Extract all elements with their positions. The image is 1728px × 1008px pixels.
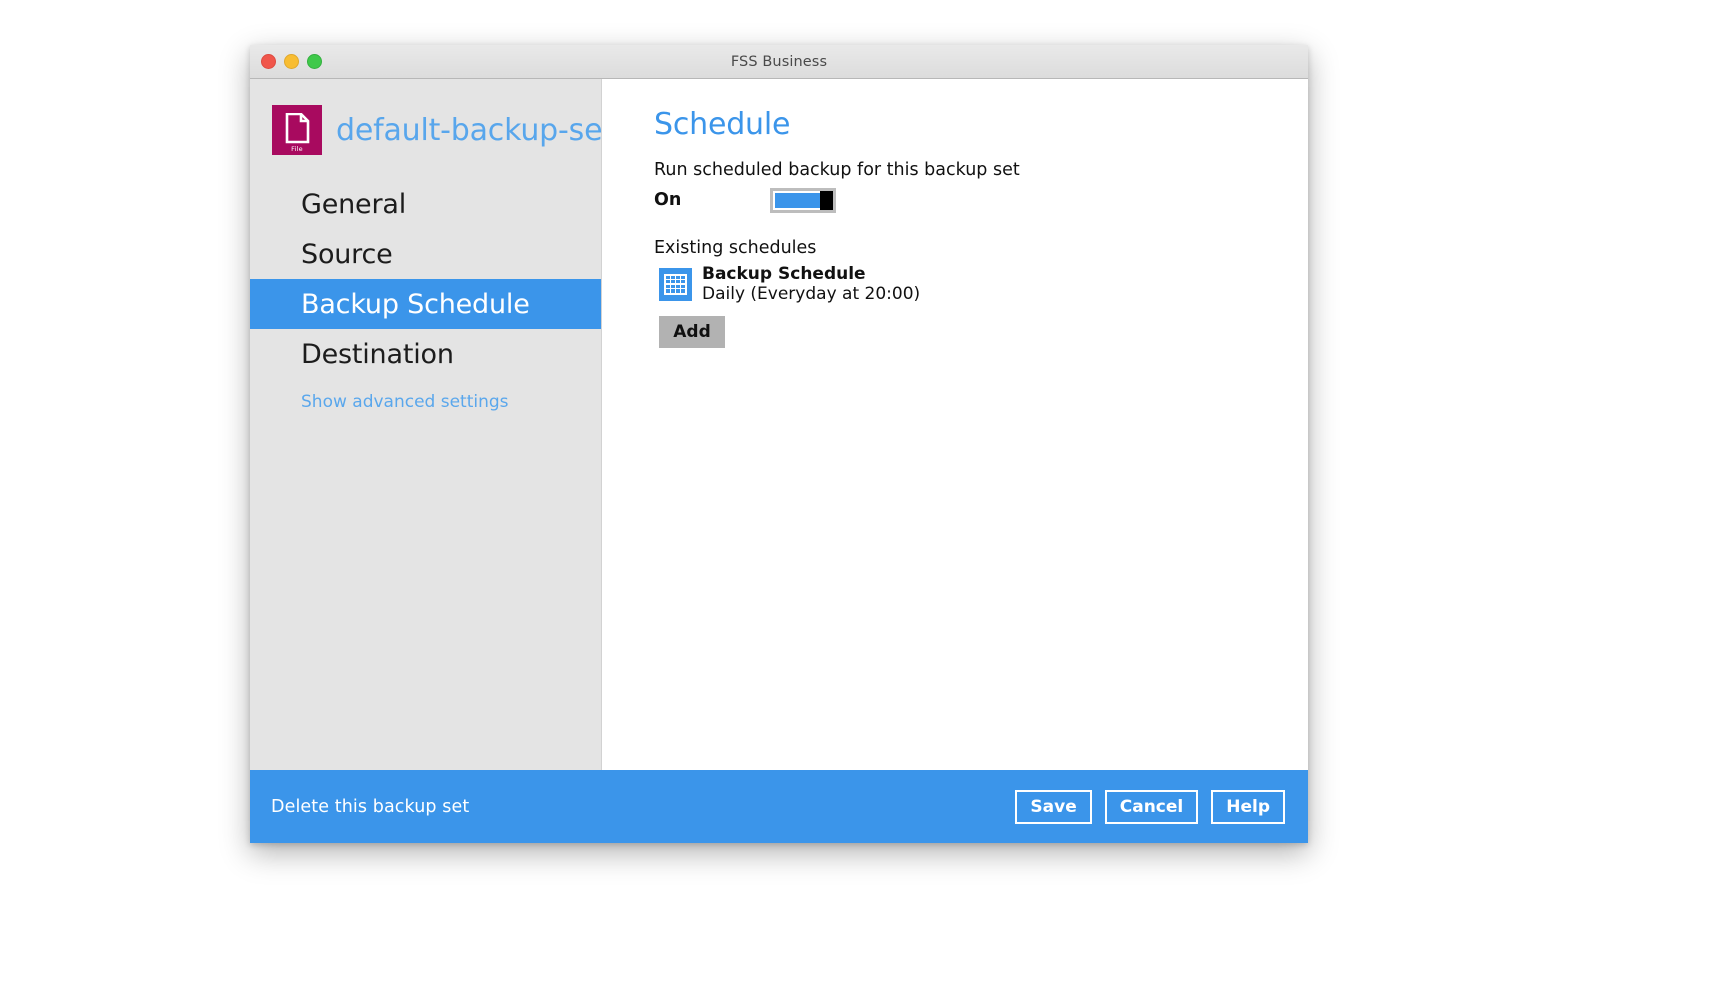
toggle-knob[interactable] bbox=[820, 190, 833, 210]
run-scheduled-backup-label: Run scheduled backup for this backup set bbox=[654, 160, 1020, 180]
calendar-grid-icon bbox=[659, 267, 692, 301]
backup-set-header: File default-backup-se... bbox=[250, 79, 601, 179]
cancel-button[interactable]: Cancel bbox=[1104, 789, 1199, 824]
close-window-button[interactable] bbox=[261, 54, 276, 69]
schedule-texts: Backup Schedule Daily (Everyday at 20:00… bbox=[702, 264, 920, 304]
content-panel: Schedule Run scheduled backup for this b… bbox=[602, 79, 1308, 770]
backup-set-name: default-backup-se... bbox=[336, 112, 601, 148]
sidebar-item-backup-schedule[interactable]: Backup Schedule bbox=[250, 279, 601, 329]
traffic-light-controls bbox=[261, 45, 322, 78]
sidebar-item-source[interactable]: Source bbox=[250, 229, 601, 279]
help-button[interactable]: Help bbox=[1211, 789, 1285, 824]
save-button[interactable]: Save bbox=[1015, 789, 1092, 824]
schedule-name: Backup Schedule bbox=[702, 264, 866, 284]
delete-backup-set-link[interactable]: Delete this backup set bbox=[271, 797, 469, 817]
document-glyph bbox=[285, 113, 310, 144]
calendar-grid-cells bbox=[664, 273, 687, 295]
schedule-toggle-row: On bbox=[654, 186, 1308, 214]
sidebar-item-label: Backup Schedule bbox=[301, 288, 530, 320]
minimize-window-button[interactable] bbox=[284, 54, 299, 69]
list-item[interactable]: Backup Schedule Daily (Everyday at 20:00… bbox=[654, 264, 1308, 304]
sidebar-item-destination[interactable]: Destination bbox=[250, 329, 601, 379]
window-title: FSS Business bbox=[730, 53, 828, 70]
file-icon-caption: File bbox=[291, 145, 303, 153]
app-window: FSS Business File default-backup-se... G… bbox=[250, 45, 1308, 843]
file-document-icon: File bbox=[272, 105, 322, 155]
sidebar: File default-backup-se... General Source… bbox=[250, 79, 602, 770]
footer-bar: Delete this backup set Save Cancel Help bbox=[250, 770, 1308, 843]
sidebar-item-general[interactable]: General bbox=[250, 179, 601, 229]
show-advanced-settings-link[interactable]: Show advanced settings bbox=[250, 392, 601, 412]
existing-schedules-label: Existing schedules bbox=[654, 238, 817, 258]
page-title: Schedule bbox=[654, 107, 791, 142]
window-body: File default-backup-se... General Source… bbox=[250, 79, 1308, 770]
toggle-state-label: On bbox=[654, 190, 682, 210]
sidebar-item-label: Destination bbox=[301, 338, 454, 370]
footer-button-group: Save Cancel Help bbox=[1015, 789, 1285, 824]
toggle-track-fill bbox=[775, 192, 820, 208]
add-schedule-button[interactable]: Add bbox=[659, 316, 725, 349]
sidebar-item-label: Source bbox=[301, 238, 393, 270]
window-title-bar: FSS Business bbox=[250, 45, 1308, 79]
maximize-window-button[interactable] bbox=[307, 54, 322, 69]
sidebar-item-label: General bbox=[301, 188, 407, 220]
run-scheduled-backup-toggle[interactable] bbox=[770, 187, 836, 213]
schedule-description: Daily (Everyday at 20:00) bbox=[702, 284, 921, 305]
